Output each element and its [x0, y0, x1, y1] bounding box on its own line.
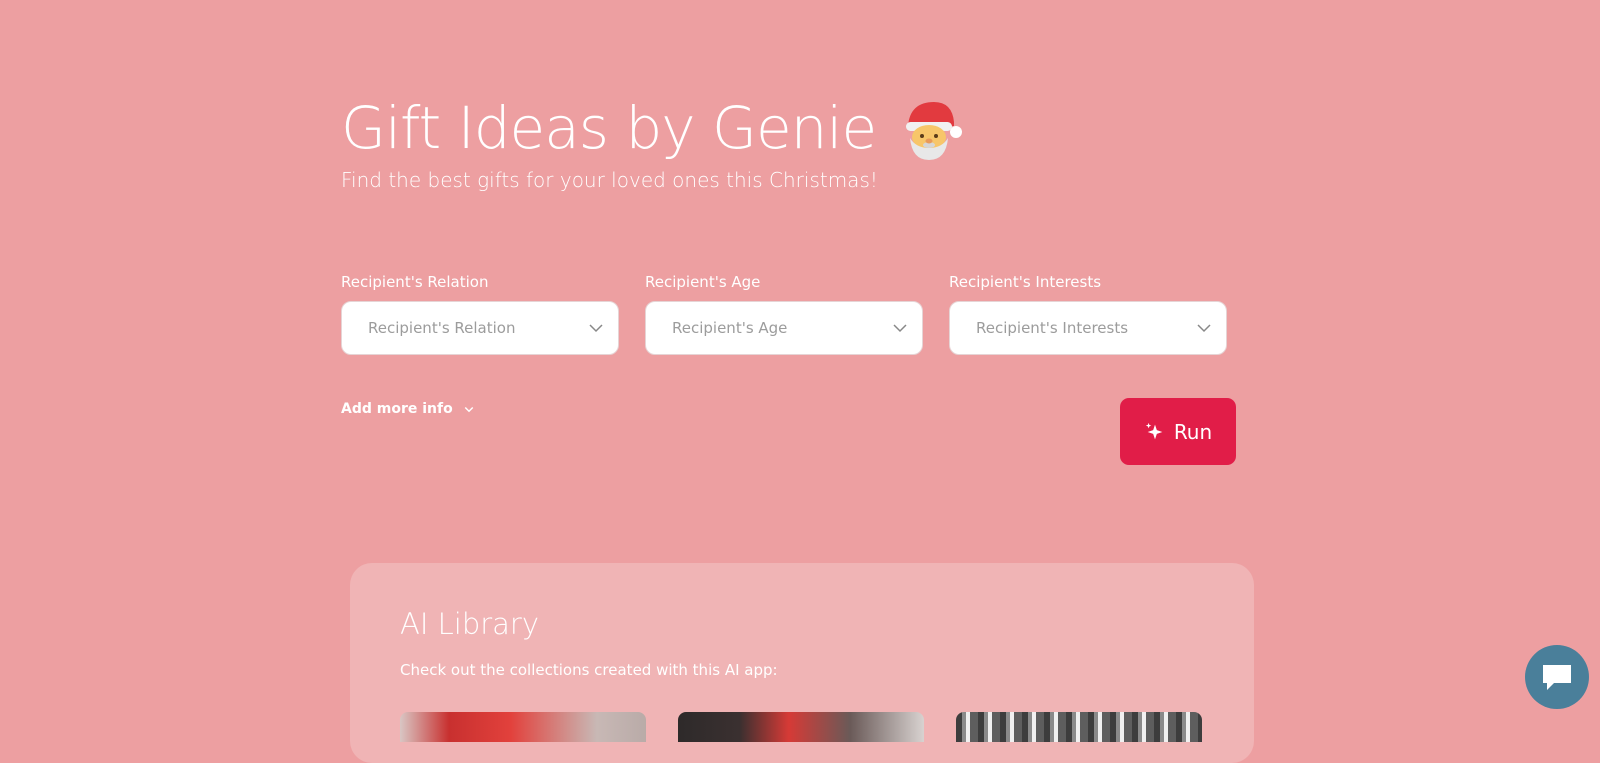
add-more-info-toggle[interactable]: Add more info — [341, 401, 475, 417]
page-title: Gift Ideas by Genie — [341, 94, 877, 162]
relation-label: Recipient's Relation — [341, 273, 489, 291]
hero: Gift Ideas by Genie Find the best gifts … — [341, 92, 963, 192]
chat-icon — [1543, 665, 1571, 690]
page-subtitle: Find the best gifts for your loved ones … — [341, 168, 878, 192]
interests-placeholder: Recipient's Interests — [976, 319, 1129, 337]
add-more-info-label: Add more info — [341, 401, 453, 417]
ai-library-panel: AI Library Check out the collections cre… — [350, 563, 1254, 763]
chevron-down-icon — [1197, 324, 1211, 333]
ai-library-subtitle: Check out the collections created with t… — [400, 661, 778, 679]
chevron-down-icon — [464, 406, 473, 413]
age-label: Recipient's Age — [645, 273, 761, 291]
collection-thumbnail[interactable] — [956, 712, 1202, 742]
sparkles-icon — [1145, 422, 1163, 439]
title-row: Gift Ideas by Genie — [341, 92, 963, 164]
age-placeholder: Recipient's Age — [672, 319, 788, 337]
interests-label: Recipient's Interests — [949, 273, 1102, 291]
ai-library-title: AI Library — [400, 607, 540, 641]
collection-thumbnail[interactable] — [678, 712, 924, 742]
interests-select[interactable]: Recipient's Interests — [949, 301, 1227, 355]
age-field: Recipient's Age Recipient's Age — [645, 273, 923, 355]
relation-select[interactable]: Recipient's Relation — [341, 301, 619, 355]
interests-field: Recipient's Interests Recipient's Intere… — [949, 273, 1227, 355]
relation-field: Recipient's Relation Recipient's Relatio… — [341, 273, 619, 355]
run-button[interactable]: Run — [1120, 398, 1236, 465]
relation-placeholder: Recipient's Relation — [368, 319, 516, 337]
run-label: Run — [1173, 419, 1213, 444]
chat-button[interactable] — [1525, 645, 1589, 709]
chevron-down-icon — [893, 324, 907, 333]
age-select[interactable]: Recipient's Age — [645, 301, 923, 355]
chevron-down-icon — [589, 324, 603, 333]
santa-claus-icon — [906, 102, 963, 160]
collection-thumbnail[interactable] — [400, 712, 646, 742]
gift-form: Recipient's Relation Recipient's Relatio… — [341, 273, 1227, 355]
